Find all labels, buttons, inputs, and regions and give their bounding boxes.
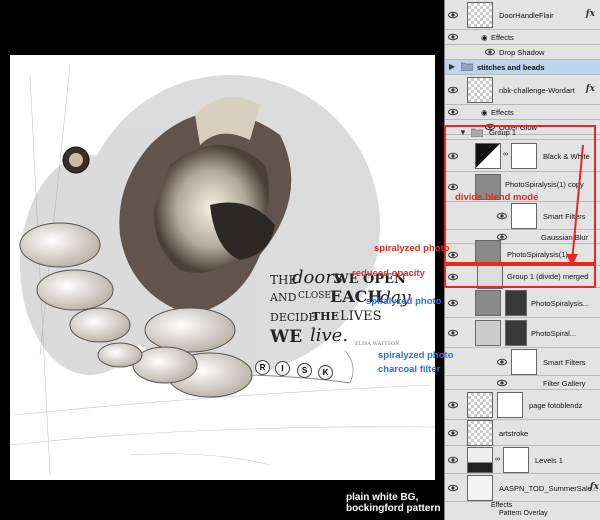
layer-doorhandleflair[interactable]: DoorHandleFlair fx <box>445 0 600 30</box>
smart-filter-mask <box>511 349 537 375</box>
layer-thumbnail <box>475 290 501 316</box>
annotation-reduced-opacity: reduced opacity <box>352 268 425 279</box>
eye-icon[interactable] <box>497 378 507 388</box>
annotation-box-merged <box>444 264 596 288</box>
wordart-and: AND <box>270 291 297 304</box>
layer-filter-gallery[interactable]: Filter Gallery <box>445 376 600 390</box>
expand-arrow-icon[interactable]: ▶ <box>449 62 455 71</box>
layer-drop-shadow[interactable]: Drop Shadow <box>445 45 600 60</box>
annotation-spiralyzed-photo-1: spiralyzed photo <box>374 243 450 254</box>
fx-icon[interactable]: fx <box>590 482 599 492</box>
fx-icon[interactable]: fx <box>586 9 595 19</box>
eye-icon[interactable] <box>448 10 458 20</box>
layer-aaspn-summersale[interactable]: AASPN_TOD_SummerSale... fx <box>445 474 600 502</box>
layer-effects[interactable]: ◉ Effects <box>445 105 600 120</box>
layer-mask-thumbnail <box>505 290 527 316</box>
layer-thumbnail <box>475 320 501 346</box>
layer-name: nbk-challenge-Wordart <box>499 86 575 95</box>
layer-name: Drop Shadow <box>499 48 545 57</box>
bead-s: S <box>297 363 312 378</box>
layer-name: stitches and beads <box>477 63 545 72</box>
layer-photospiral-3[interactable]: PhotoSpiral... <box>445 318 600 348</box>
layer-smart-filters-2[interactable]: Smart Filters <box>445 348 600 376</box>
layer-name: Levels 1 <box>535 456 563 465</box>
bead-r: R <box>255 360 270 375</box>
layer-levels-1[interactable]: ∞ Levels 1 <box>445 446 600 474</box>
layer-effects[interactable]: ◉ Effects <box>445 30 600 45</box>
fx-icon[interactable]: fx <box>586 84 595 94</box>
eye-icon[interactable] <box>448 328 458 338</box>
layer-name: page fotoblendz <box>529 401 583 410</box>
layer-name: PhotoSpiralysis... <box>531 299 589 308</box>
wordart-decide: DECIDE <box>270 311 317 324</box>
layer-thumbnail <box>467 420 493 446</box>
link-icon: ∞ <box>495 456 500 463</box>
annotation-spiralyzed-photo-2: spiralyzed photo <box>366 296 442 307</box>
layer-mask-thumbnail <box>497 392 523 418</box>
eye-icon[interactable] <box>497 357 507 367</box>
layer-artstroke[interactable]: artstroke <box>445 420 600 446</box>
folder-icon <box>460 61 474 73</box>
layer-thumbnail <box>467 77 493 103</box>
layer-name: Effects <box>491 33 514 42</box>
layer-thumbnail <box>467 475 493 501</box>
layer-stitches-and-beads[interactable]: ▶ stitches and beads <box>445 60 600 75</box>
layer-name: Pattern Overlay <box>499 510 548 517</box>
layer-name: Effects <box>491 108 514 117</box>
layer-mask-thumbnail <box>503 447 529 473</box>
eye-icon[interactable] <box>485 47 495 57</box>
wordart-lives: LIVES <box>340 309 382 324</box>
eye-icon[interactable] <box>448 298 458 308</box>
layer-thumbnail <box>467 2 493 28</box>
wordart-the-2: THE <box>312 310 339 323</box>
layer-thumbnail <box>467 392 493 418</box>
eye-icon[interactable] <box>448 483 458 493</box>
annotation-spiralyzed-photo-3: spiralyzed photo <box>378 350 454 361</box>
layer-name: PhotoSpiral... <box>531 329 577 338</box>
layer-photospiralysis-2[interactable]: PhotoSpiralysis... <box>445 288 600 318</box>
caption-bg-note: plain white BG, bockingford pattern <box>346 492 441 514</box>
eye-icon[interactable] <box>448 428 458 438</box>
eye-icon[interactable] <box>448 32 458 42</box>
layer-name: Smart Filters <box>543 358 586 367</box>
levels-icon <box>467 447 493 473</box>
bead-k: K <box>318 365 333 380</box>
layer-name: AASPN_TOD_SummerSale... <box>499 484 599 493</box>
annotation-divide-blend-mode: divide blend mode <box>455 192 539 203</box>
wordart-credit: ELISA WATTSON <box>355 341 400 347</box>
layer-name: DoorHandleFlair <box>499 11 554 20</box>
layer-mask-thumbnail <box>505 320 527 346</box>
layer-name: Effects <box>491 502 513 509</box>
wordart-live: live. <box>310 325 349 346</box>
layer-nbk-wordart[interactable]: nbk-challenge-Wordart fx <box>445 75 600 105</box>
wordart-we: WE <box>270 327 303 347</box>
eye-icon[interactable] <box>448 455 458 465</box>
bead-i: I <box>275 361 290 376</box>
document-canvas[interactable]: THE doors WE OPEN AND CLOSE EACH day DEC… <box>0 0 444 520</box>
effects-icon: ◉ <box>481 33 488 42</box>
annotation-charcoal-filter: charcoal filter <box>378 364 441 375</box>
eye-icon[interactable] <box>448 400 458 410</box>
wordart-close: CLOSE <box>298 291 331 301</box>
layer-pattern-overlay[interactable]: Pattern Overlay <box>445 510 600 520</box>
eye-icon[interactable] <box>448 85 458 95</box>
layer-name: Filter Gallery <box>543 379 586 388</box>
effects-icon: ◉ <box>481 108 488 117</box>
layer-page-fotoblendz[interactable]: page fotoblendz <box>445 390 600 420</box>
layer-name: artstroke <box>499 429 529 438</box>
eye-icon[interactable] <box>448 107 458 117</box>
